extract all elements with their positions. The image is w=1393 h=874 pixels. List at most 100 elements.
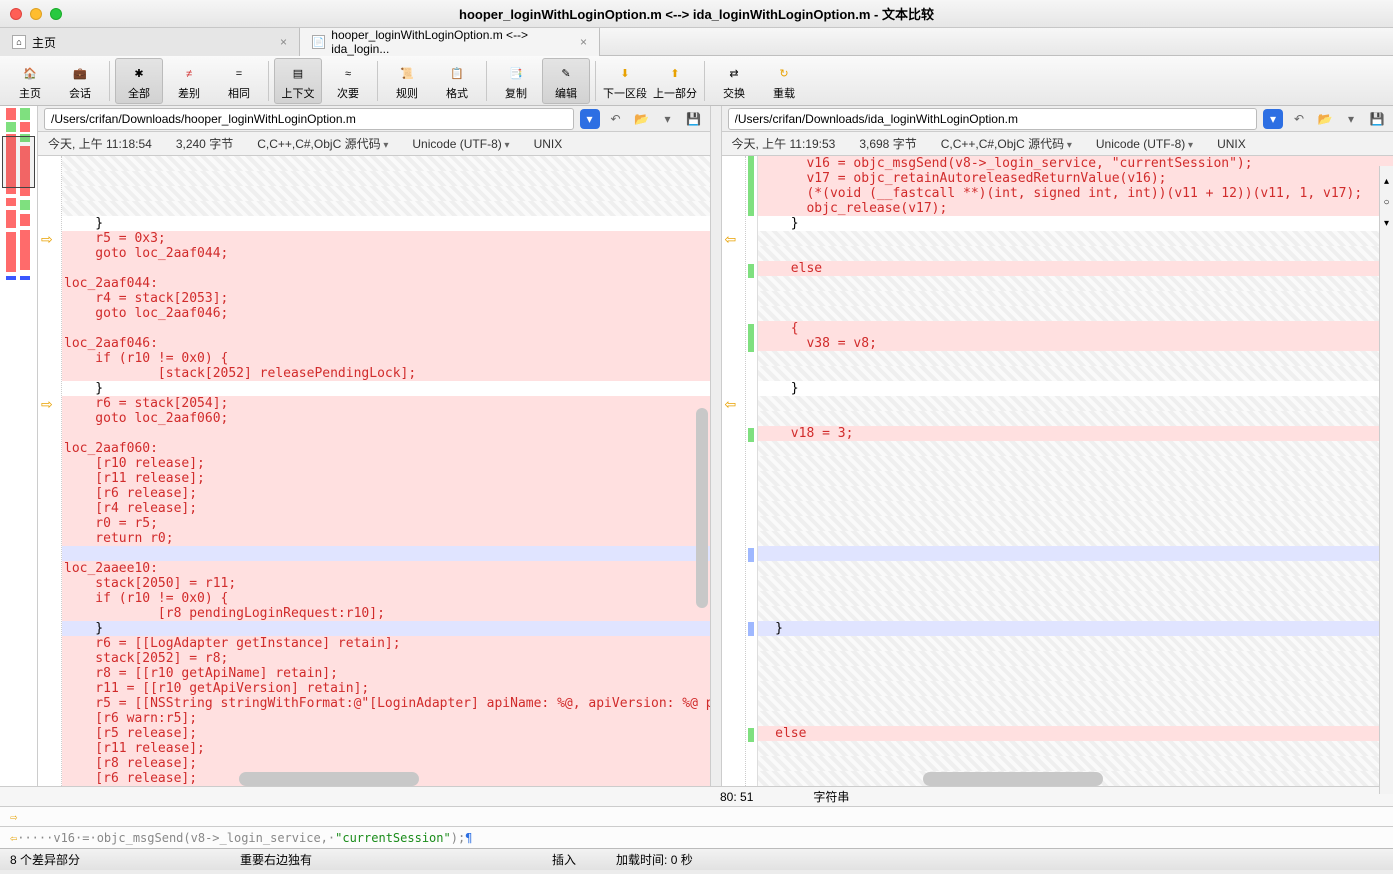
- code-line[interactable]: [r10 release];: [62, 456, 710, 471]
- prev-section-button[interactable]: ⬆上一部分: [651, 58, 699, 104]
- code-line[interactable]: }: [758, 621, 1393, 636]
- context-button[interactable]: ▤上下文: [274, 58, 322, 104]
- code-line[interactable]: goto loc_2aaf044;: [62, 246, 710, 261]
- code-line[interactable]: [758, 411, 1393, 426]
- code-line[interactable]: [r6 release];: [62, 486, 710, 501]
- code-line[interactable]: if (r10 != 0x0) {: [62, 591, 710, 606]
- code-line[interactable]: [758, 696, 1393, 711]
- code-line[interactable]: }: [62, 381, 710, 396]
- swap-button[interactable]: ⇄交换: [710, 58, 758, 104]
- code-line[interactable]: [758, 486, 1393, 501]
- code-line[interactable]: [758, 501, 1393, 516]
- code-line[interactable]: goto loc_2aaf046;: [62, 306, 710, 321]
- code-line[interactable]: loc_2aaf060:: [62, 441, 710, 456]
- folder-open-icon[interactable]: 📂: [1315, 109, 1335, 129]
- diff-button[interactable]: ≠差别: [165, 58, 213, 104]
- right-code-area[interactable]: ⇦⇦ v16 = objc_msgSend(v8->_login_service…: [722, 156, 1393, 786]
- code-line[interactable]: loc_2aaee10:: [62, 561, 710, 576]
- code-line[interactable]: loc_2aaf044:: [62, 276, 710, 291]
- code-line[interactable]: }: [62, 621, 710, 636]
- code-line[interactable]: [r8 pendingLoginRequest:r10];: [62, 606, 710, 621]
- code-line[interactable]: v18 = 3;: [758, 426, 1393, 441]
- code-line[interactable]: r5 = [[NSString stringWithFormat:@"[Logi…: [62, 696, 710, 711]
- save-icon[interactable]: 💾: [684, 109, 704, 129]
- code-line[interactable]: [r5 release];: [62, 726, 710, 741]
- minimap[interactable]: [0, 106, 38, 786]
- same-button[interactable]: =相同: [215, 58, 263, 104]
- code-line[interactable]: r4 = stack[2053];: [62, 291, 710, 306]
- left-code-lines[interactable]: } r5 = 0x3; goto loc_2aaf044; loc_2aaf044…: [62, 156, 710, 786]
- code-line[interactable]: [758, 531, 1393, 546]
- code-line[interactable]: [758, 591, 1393, 606]
- code-line[interactable]: [758, 396, 1393, 411]
- code-line[interactable]: [62, 201, 710, 216]
- code-line[interactable]: [r4 release];: [62, 501, 710, 516]
- chevron-down-icon[interactable]: ▾: [658, 109, 678, 129]
- code-line[interactable]: [758, 546, 1393, 561]
- code-line[interactable]: [62, 546, 710, 561]
- reload-button[interactable]: ↻重载: [760, 58, 808, 104]
- scrollbar-horizontal[interactable]: [239, 772, 419, 786]
- code-line[interactable]: [758, 711, 1393, 726]
- code-line[interactable]: [758, 516, 1393, 531]
- code-line[interactable]: [758, 561, 1393, 576]
- code-line[interactable]: {: [758, 321, 1393, 336]
- meta-encoding-dropdown[interactable]: Unicode (UTF-8): [412, 137, 509, 151]
- code-line[interactable]: [758, 456, 1393, 471]
- dropdown-icon[interactable]: ▾: [580, 109, 600, 129]
- code-line[interactable]: r5 = 0x3;: [62, 231, 710, 246]
- code-line[interactable]: goto loc_2aaf060;: [62, 411, 710, 426]
- right-path-input[interactable]: [728, 108, 1258, 130]
- code-line[interactable]: [62, 426, 710, 441]
- format-button[interactable]: 📋格式: [433, 58, 481, 104]
- diff-arrow-icon[interactable]: ⇦: [725, 231, 737, 248]
- rules-button[interactable]: 📜规则: [383, 58, 431, 104]
- code-line[interactable]: [62, 261, 710, 276]
- code-line[interactable]: [stack[2052] releasePendingLock];: [62, 366, 710, 381]
- code-line[interactable]: else: [758, 726, 1393, 741]
- code-line[interactable]: }: [62, 216, 710, 231]
- code-line[interactable]: [758, 276, 1393, 291]
- code-line[interactable]: r0 = r5;: [62, 516, 710, 531]
- meta-lang-dropdown[interactable]: C,C++,C#,ObjC 源代码: [257, 135, 388, 152]
- meta-lang-dropdown[interactable]: C,C++,C#,ObjC 源代码: [941, 135, 1072, 152]
- code-line[interactable]: v38 = v8;: [758, 336, 1393, 351]
- code-line[interactable]: else: [758, 261, 1393, 276]
- all-button[interactable]: ✱全部: [115, 58, 163, 104]
- code-line[interactable]: [758, 351, 1393, 366]
- code-line[interactable]: stack[2050] = r11;: [62, 576, 710, 591]
- code-line[interactable]: [758, 681, 1393, 696]
- code-line[interactable]: r6 = [[LogAdapter getInstance] retain];: [62, 636, 710, 651]
- code-line[interactable]: [r6 warn:r5];: [62, 711, 710, 726]
- undo-icon[interactable]: ↶: [1289, 109, 1309, 129]
- code-line[interactable]: [758, 606, 1393, 621]
- minor-button[interactable]: ≈次要: [324, 58, 372, 104]
- scrollbar-horizontal[interactable]: [923, 772, 1103, 786]
- left-code-area[interactable]: ⇨⇨ } r5 = 0x3; goto loc_2aaf044;loc_2aaf…: [38, 156, 710, 786]
- diff-arrow-icon[interactable]: ⇨: [41, 396, 53, 413]
- code-line[interactable]: [758, 366, 1393, 381]
- code-line[interactable]: objc_release(v17);: [758, 201, 1393, 216]
- code-line[interactable]: r6 = stack[2054];: [62, 396, 710, 411]
- scrollbar-vertical[interactable]: [696, 408, 708, 608]
- code-line[interactable]: v17 = objc_retainAutoreleasedReturnValue…: [758, 171, 1393, 186]
- code-line[interactable]: [62, 321, 710, 336]
- code-line[interactable]: [r8 release];: [62, 756, 710, 771]
- code-line[interactable]: [r11 release];: [62, 741, 710, 756]
- code-line[interactable]: r11 = [[r10 getApiVersion] retain];: [62, 681, 710, 696]
- pane-divider[interactable]: [710, 106, 722, 786]
- meta-encoding-dropdown[interactable]: Unicode (UTF-8): [1096, 137, 1193, 151]
- next-section-button[interactable]: ⬇下一区段: [601, 58, 649, 104]
- code-line[interactable]: [758, 666, 1393, 681]
- code-line[interactable]: [758, 306, 1393, 321]
- code-line[interactable]: [758, 741, 1393, 756]
- save-icon[interactable]: 💾: [1367, 109, 1387, 129]
- close-icon[interactable]: ×: [280, 35, 287, 49]
- code-line[interactable]: [62, 171, 710, 186]
- code-line[interactable]: if (r10 != 0x0) {: [62, 351, 710, 366]
- code-line[interactable]: }: [758, 381, 1393, 396]
- code-line[interactable]: loc_2aaf046:: [62, 336, 710, 351]
- code-line[interactable]: [62, 186, 710, 201]
- code-line[interactable]: [r11 release];: [62, 471, 710, 486]
- tab-compare[interactable]: 📄 hooper_loginWithLoginOption.m <--> ida…: [300, 28, 600, 56]
